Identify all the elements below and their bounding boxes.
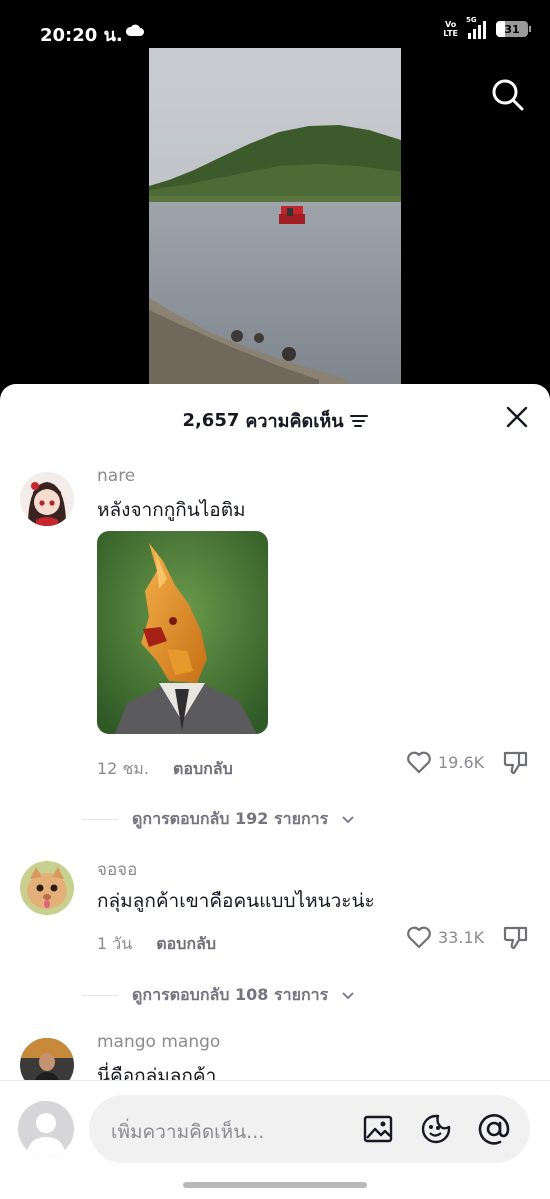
like-button[interactable]: 33.1K bbox=[406, 925, 484, 949]
sort-icon[interactable] bbox=[349, 414, 368, 428]
comment-time: 1 วัน bbox=[97, 934, 133, 953]
comment-count: 2,657 bbox=[182, 410, 240, 431]
volte-top: Vo bbox=[445, 20, 457, 29]
reply-button[interactable]: ตอบกลับ bbox=[173, 757, 233, 782]
view-replies-button[interactable]: ดูการตอบกลับ 192 รายการ bbox=[82, 807, 354, 832]
search-icon[interactable] bbox=[489, 76, 525, 112]
avatar[interactable] bbox=[20, 472, 74, 526]
emoji-icon[interactable] bbox=[420, 1113, 452, 1145]
comment-username[interactable]: mango mango bbox=[97, 1032, 220, 1052]
signal-icon: 5G bbox=[466, 16, 486, 39]
view-replies-label: ดูการตอบกลับ 192 รายการ bbox=[132, 809, 329, 828]
view-replies-button[interactable]: ดูการตอบกลับ 108 รายการ bbox=[82, 983, 354, 1008]
close-icon[interactable] bbox=[506, 406, 528, 428]
network-type: 5G bbox=[466, 16, 477, 24]
comment-text: หลังจากกูกินไอติม bbox=[97, 499, 246, 521]
avatar[interactable] bbox=[20, 861, 74, 915]
reply-button[interactable]: ตอบกลับ bbox=[156, 932, 216, 957]
comment-meta: 1 วัน ตอบกลับ bbox=[97, 932, 216, 957]
comment-time: 12 ชม. bbox=[97, 759, 149, 778]
comment-username[interactable]: จอจอ bbox=[97, 856, 137, 883]
like-button[interactable]: 19.6K bbox=[406, 750, 484, 774]
status-time: 20:20 น. bbox=[40, 25, 123, 46]
cloud-icon bbox=[126, 24, 144, 36]
comment-text: กลุ่มลูกค้าเขาคือคนแบบไหนวะน่ะ bbox=[97, 890, 375, 912]
volte-indicator: Vo LTE bbox=[443, 20, 458, 38]
video-frame bbox=[149, 48, 401, 388]
chevron-down-icon bbox=[342, 815, 354, 823]
comment-meta: 12 ชม. ตอบกลับ bbox=[97, 757, 233, 782]
status-bar: 20:20 น. Vo LTE 5G 31 bbox=[0, 0, 550, 48]
dislike-icon[interactable] bbox=[502, 748, 530, 776]
like-count: 19.6K bbox=[438, 752, 485, 772]
heart-icon bbox=[407, 926, 431, 949]
video-player[interactable] bbox=[149, 48, 401, 388]
dislike-icon[interactable] bbox=[502, 923, 530, 951]
image-icon[interactable] bbox=[362, 1113, 394, 1145]
comments-title: 2,657 ความคิดเห็น bbox=[0, 406, 550, 435]
comments-label: ความคิดเห็น bbox=[245, 411, 344, 432]
home-indicator bbox=[183, 1182, 367, 1188]
volte-bottom: LTE bbox=[443, 29, 458, 38]
comment-input-bar: เพิ่มความคิดเห็น... bbox=[0, 1080, 550, 1199]
heart-icon bbox=[407, 751, 431, 774]
view-replies-label: ดูการตอบกลับ 108 รายการ bbox=[132, 985, 329, 1004]
battery-level: 31 bbox=[504, 22, 520, 36]
chevron-down-icon bbox=[342, 991, 354, 999]
comments-sheet: 2,657 ความคิดเห็น nare หลังจากกูกินไอติม… bbox=[0, 384, 550, 1199]
comment-input[interactable]: เพิ่มความคิดเห็น... bbox=[89, 1095, 530, 1163]
comment-username[interactable]: nare bbox=[97, 466, 135, 486]
battery-icon: 31 bbox=[496, 21, 531, 37]
comment-image[interactable] bbox=[97, 531, 268, 734]
comments-sort-toggle[interactable]: 2,657 ความคิดเห็น bbox=[182, 406, 368, 435]
status-indicators: Vo LTE 5G 31 bbox=[443, 16, 531, 39]
like-count: 33.1K bbox=[438, 927, 485, 947]
comment-input-placeholder: เพิ่มความคิดเห็น... bbox=[111, 1121, 265, 1143]
divider bbox=[82, 819, 118, 820]
mention-icon[interactable] bbox=[478, 1113, 510, 1145]
comments-header: 2,657 ความคิดเห็น bbox=[0, 384, 550, 452]
divider bbox=[82, 995, 118, 996]
avatar bbox=[18, 1101, 74, 1157]
